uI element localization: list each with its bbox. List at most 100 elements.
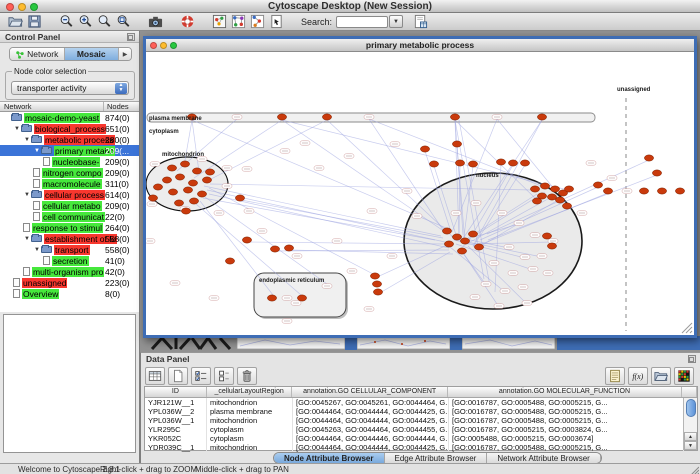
scroll-down-button[interactable]: ▼ bbox=[684, 441, 697, 450]
table-cell[interactable]: [GO:0044464, GO:0044444, GO:0044425, G..… bbox=[293, 416, 449, 425]
tab-node-attribute-browser[interactable]: Node Attribute Browser bbox=[274, 453, 385, 463]
table-cell[interactable]: [GO:0016787, GO:0005215, GO:0003824, G..… bbox=[449, 425, 684, 434]
resize-grip-icon[interactable] bbox=[689, 465, 699, 474]
expand-arrow-icon[interactable]: ▼ bbox=[23, 192, 31, 198]
help-icon[interactable] bbox=[178, 14, 197, 30]
delete-attribute-icon[interactable] bbox=[237, 367, 257, 385]
tree-row[interactable]: ▼transport558(0) bbox=[0, 244, 139, 255]
table-cell[interactable]: [GO:0016787, GO:0005488, GO:0005215, G..… bbox=[449, 398, 684, 407]
table-cell[interactable]: mitochondrion bbox=[207, 398, 293, 407]
table-row[interactable]: YPL036W__2plasma membrane[GO:0044464, GO… bbox=[145, 407, 697, 416]
table-cell[interactable]: YJR121W__1 bbox=[145, 398, 207, 407]
layout-grid-icon[interactable] bbox=[229, 14, 248, 30]
table-cell[interactable]: cytoplasm bbox=[207, 425, 293, 434]
table-cell[interactable]: [GO:0045267, GO:0045261, GO:0044464, G..… bbox=[293, 398, 449, 407]
tree-row[interactable]: ▼establishment of lo558(0) bbox=[0, 233, 139, 244]
table-row[interactable]: YKR052Ccytoplasm[GO:0044464, GO:0044446,… bbox=[145, 434, 697, 443]
network-canvas[interactable]: plasma membranecytoplasmmitochondrionnuc… bbox=[146, 53, 694, 335]
tree-row[interactable]: cellular metabo209(0) bbox=[0, 200, 139, 211]
expand-arrow-icon[interactable]: ▼ bbox=[23, 137, 31, 143]
tab-network[interactable]: Network bbox=[10, 48, 65, 60]
table-row[interactable]: YDR039C__1mitochondrion[GO:0044464, GO:0… bbox=[145, 443, 697, 452]
table-cell[interactable]: [GO:0016787, GO:0005488, GO:0005215, G..… bbox=[449, 443, 684, 452]
birds-eye-view[interactable] bbox=[3, 314, 136, 453]
new-attribute-icon[interactable] bbox=[168, 367, 188, 385]
table-cell[interactable]: cytoplasm bbox=[207, 434, 293, 443]
table-scrollbar[interactable]: ▲ ▼ bbox=[683, 398, 697, 450]
advanced-search-icon[interactable] bbox=[411, 14, 430, 30]
tree-row[interactable]: nitrogen compo209(0) bbox=[0, 167, 139, 178]
vizmapper-icon[interactable] bbox=[210, 14, 229, 30]
column-header[interactable]: _cellularLayoutRegion bbox=[207, 387, 293, 397]
table-cell[interactable]: [GO:0044464, GO:0044446, GO:0044444, G..… bbox=[293, 434, 449, 443]
column-network[interactable]: Network bbox=[0, 102, 104, 111]
table-cell[interactable]: [GO:0016787, GO:0005488, GO:0005215, G..… bbox=[449, 407, 684, 416]
zoom-out-icon[interactable] bbox=[57, 14, 76, 30]
expand-arrow-icon[interactable]: ▼ bbox=[33, 148, 41, 154]
expand-arrow-icon[interactable]: ▼ bbox=[33, 247, 41, 253]
table-row[interactable]: YJR121W__1mitochondrion[GO:0045267, GO:0… bbox=[145, 398, 697, 407]
table-cell[interactable]: [GO:0045263, GO:0044464, GO:0044455, G..… bbox=[293, 425, 449, 434]
expand-arrow-icon[interactable]: ▼ bbox=[23, 236, 31, 242]
column-header[interactable]: annotation.GO CELLULAR_COMPONENT bbox=[292, 387, 447, 397]
view-maximize-button[interactable] bbox=[170, 42, 177, 49]
tree-row[interactable]: ▼primary metabo209(... bbox=[0, 145, 139, 156]
tree-row[interactable]: ▼biological_process651(0) bbox=[0, 123, 139, 134]
save-session-icon[interactable] bbox=[25, 14, 44, 30]
tree-row[interactable]: mosaic-demo-yeast874(0) bbox=[0, 112, 139, 123]
search-input[interactable] bbox=[336, 16, 388, 28]
table-cell[interactable]: YPL036W__1 bbox=[145, 416, 207, 425]
table-cell[interactable]: YPL036W__2 bbox=[145, 407, 207, 416]
expand-arrow-icon[interactable]: ▼ bbox=[13, 126, 21, 132]
tree-row[interactable]: cell communicat22(0) bbox=[0, 211, 139, 222]
table-cell[interactable]: [GO:0005488, GO:0005215, GO:0003674] bbox=[449, 434, 684, 443]
function-builder-icon[interactable]: f(x) bbox=[628, 367, 648, 385]
tree-row[interactable]: secretion41(0) bbox=[0, 255, 139, 266]
table-cell[interactable]: plasma membrane bbox=[207, 407, 293, 416]
unselect-attributes-icon[interactable] bbox=[214, 367, 234, 385]
tab-mosaic[interactable]: Mosaic bbox=[65, 48, 120, 60]
tree-row[interactable]: Overview8(0) bbox=[0, 288, 139, 299]
zoom-selected-icon[interactable] bbox=[114, 14, 133, 30]
view-minimize-button[interactable] bbox=[160, 42, 167, 49]
tree-row[interactable]: ▼cellular process614(0) bbox=[0, 189, 139, 200]
column-nodes[interactable]: Nodes bbox=[104, 102, 139, 111]
tree-row[interactable]: nucleobase-209(0) bbox=[0, 156, 139, 167]
tree-row[interactable]: ▼metabolic process280(0) bbox=[0, 134, 139, 145]
table-cell[interactable]: mitochondrion bbox=[207, 416, 293, 425]
notes-icon[interactable] bbox=[605, 367, 625, 385]
tree-row[interactable]: multi-organism pro42(0) bbox=[0, 266, 139, 277]
search-options-dropdown[interactable]: ▼ bbox=[389, 15, 403, 28]
scroll-up-button[interactable]: ▲ bbox=[684, 432, 697, 441]
open-session-icon[interactable] bbox=[6, 14, 25, 30]
table-row[interactable]: YPL036W__1mitochondrion[GO:0044464, GO:0… bbox=[145, 416, 697, 425]
table-cell[interactable]: mitochondrion bbox=[207, 443, 293, 452]
annotation-icon[interactable] bbox=[267, 14, 286, 30]
table-cell[interactable]: YKR052C bbox=[145, 434, 207, 443]
layout-spring-icon[interactable] bbox=[248, 14, 267, 30]
table-cell[interactable]: YLR295C bbox=[145, 425, 207, 434]
table-cell[interactable]: YDR039C__1 bbox=[145, 443, 207, 452]
view-close-button[interactable] bbox=[150, 42, 157, 49]
zoom-fit-icon[interactable] bbox=[95, 14, 114, 30]
tree-row[interactable]: macromolecule311(0) bbox=[0, 178, 139, 189]
table-cell[interactable]: [GO:0016787, GO:0005488, GO:0005215, G..… bbox=[449, 416, 684, 425]
table-cell[interactable]: [GO:0044464, GO:0044444, GO:0044425, G..… bbox=[293, 407, 449, 416]
tab-overflow-arrow[interactable]: ▶ bbox=[119, 48, 131, 60]
heatmap-icon[interactable] bbox=[674, 367, 694, 385]
network-view-titlebar[interactable]: primary metabolic process bbox=[146, 39, 694, 52]
snapshot-icon[interactable] bbox=[146, 14, 165, 30]
column-header[interactable]: annotation.GO MOLECULAR_FUNCTION bbox=[448, 387, 682, 397]
column-header[interactable]: ID bbox=[145, 387, 207, 397]
table-row[interactable]: YLR295Ccytoplasm[GO:0045263, GO:0044464,… bbox=[145, 425, 697, 434]
float-panel-icon[interactable] bbox=[127, 33, 135, 41]
tree-row[interactable]: unassigned223(0) bbox=[0, 277, 139, 288]
tab-network-attribute-browser[interactable]: Network Attribute Browser bbox=[487, 453, 600, 463]
node-color-dropdown[interactable]: transporter activity ▲▼ bbox=[11, 81, 129, 95]
scrollbar-thumb[interactable] bbox=[686, 399, 696, 417]
table-cell[interactable]: [GO:0044464, GO:0044444, GO:0044425, G..… bbox=[293, 443, 449, 452]
tree-row[interactable]: response to stimul264(0) bbox=[0, 222, 139, 233]
tab-edge-attribute-browser[interactable]: Edge Attribute Browser bbox=[385, 453, 488, 463]
select-attributes-icon[interactable] bbox=[191, 367, 211, 385]
import-table-icon[interactable] bbox=[651, 367, 671, 385]
